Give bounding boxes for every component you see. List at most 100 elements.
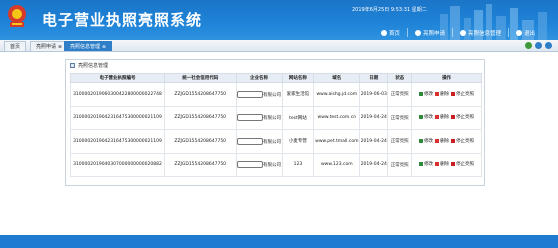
- cell-credit-code: ZZJGD1554208647750: [163, 82, 237, 107]
- app-header: 电子营业执照亮照系统 2019年6月25日 9:53:31 星期二 首页 亮照申…: [0, 0, 558, 40]
- nav-exit[interactable]: 退出: [508, 28, 542, 37]
- apply-icon: [415, 29, 422, 36]
- tab-tools: [525, 42, 552, 49]
- exit-icon: [516, 29, 523, 36]
- col-status: 状态: [387, 73, 413, 83]
- cell-license-no: 3100002019042316475300000021109: [70, 129, 165, 154]
- cell-actions: 修改 删除 停止亮照: [411, 152, 482, 177]
- cell-date: 2019-04-24: [359, 152, 389, 177]
- edit-icon: [419, 162, 424, 167]
- cell-status: 正常亮照: [387, 129, 413, 154]
- stop-display-button[interactable]: 停止亮照: [451, 138, 474, 144]
- edit-button[interactable]: 修改: [419, 161, 433, 167]
- cell-credit-code: ZZJGD1554208647750: [163, 129, 237, 154]
- edit-label: 修改: [424, 138, 434, 144]
- edit-button[interactable]: 修改: [419, 114, 433, 120]
- company-suffix: 有限公司: [263, 92, 282, 98]
- cell-date: 2019-06-03: [359, 82, 389, 107]
- cell-credit-code: ZZJGD1554208647750: [163, 105, 237, 130]
- forward-icon[interactable]: [545, 42, 552, 49]
- cell-domain: www.pet.tmall.com: [313, 129, 361, 154]
- delete-button[interactable]: 删除: [435, 91, 449, 97]
- nav-home[interactable]: 首页: [374, 28, 407, 37]
- nav-exit-label: 退出: [524, 30, 536, 37]
- tab-manage-label: 亮照信息管理: [70, 44, 101, 50]
- stop-label: 停止亮照: [456, 115, 475, 121]
- close-icon[interactable]: ⊗: [102, 45, 106, 50]
- tab-bar: 首页 亮照申请 ⊗ 亮照信息管理 ⊗: [0, 40, 558, 52]
- delete-icon: [435, 91, 440, 96]
- tab-apply-label: 亮照申请: [36, 44, 57, 50]
- company-suffix: 有限公司: [263, 163, 282, 169]
- stop-display-button[interactable]: 停止亮照: [451, 91, 474, 97]
- nav-apply-label: 亮照申请: [423, 30, 446, 37]
- stop-display-button[interactable]: 停止亮照: [451, 161, 474, 167]
- table-header-row: 电子营业执照编号 统一社会信用代码 企业名称 网站名称 域名 日期 状态 操作: [70, 73, 482, 83]
- edit-icon: [419, 138, 424, 143]
- col-site-name: 网站名称: [281, 73, 315, 83]
- home-icon: [381, 29, 387, 36]
- panel-title: 亮照信息管理: [78, 62, 109, 69]
- cell-company-name: 有限公司: [235, 82, 283, 107]
- cell-domain: www.aishg.jd.com: [313, 82, 361, 107]
- panel-header: 亮照信息管理: [66, 60, 484, 70]
- cell-company-name: 有限公司: [235, 105, 283, 130]
- refresh-icon[interactable]: [535, 42, 542, 49]
- edit-button[interactable]: 修改: [419, 138, 433, 144]
- back-icon[interactable]: [525, 42, 532, 49]
- delete-label: 删除: [440, 115, 450, 121]
- redacted-box: [237, 137, 264, 145]
- edit-label: 修改: [424, 162, 434, 168]
- tab-apply[interactable]: 亮照申请 ⊗: [30, 41, 68, 51]
- col-date: 日期: [359, 73, 389, 83]
- footer-bar: [0, 235, 558, 248]
- col-license-no: 电子营业执照编号: [70, 73, 165, 83]
- cell-company-name: 有限公司: [235, 152, 283, 177]
- table-row: 3100002019042316475300000021109 ZZJGD1554…: [70, 105, 482, 130]
- tab-home-label: 首页: [10, 44, 21, 50]
- nav-apply[interactable]: 亮照申请: [407, 28, 452, 37]
- cell-date: 2019-04-24: [359, 105, 389, 130]
- cell-domain: www.test.com.cn: [313, 105, 361, 130]
- tab-home[interactable]: 首页: [4, 41, 27, 51]
- table-row: 3100002019042316475300000021109 ZZJGD1554…: [70, 129, 482, 154]
- nav-manage-label: 亮照信息管理: [468, 30, 502, 37]
- stop-icon: [451, 91, 456, 96]
- cell-status: 正常亮照: [387, 105, 413, 130]
- cell-license-no: 3100002019060300422800000022748: [70, 82, 165, 107]
- cell-site-name: 爱家生活馆: [281, 82, 315, 107]
- cell-site-name: test网站: [281, 105, 315, 130]
- cell-license-no: 3100002019040307000000000020882: [70, 152, 165, 177]
- delete-button[interactable]: 删除: [435, 138, 449, 144]
- cell-company-name: 有限公司: [235, 129, 283, 154]
- company-suffix: 有限公司: [263, 139, 282, 145]
- tab-manage[interactable]: 亮照信息管理 ⊗: [64, 41, 112, 51]
- nav-home-label: 首页: [389, 30, 401, 37]
- cell-domain: www.123.com: [313, 152, 361, 177]
- edit-label: 修改: [424, 115, 434, 121]
- redacted-box: [237, 114, 264, 122]
- edit-icon: [419, 115, 424, 120]
- delete-label: 删除: [440, 162, 450, 168]
- stop-display-button[interactable]: 停止亮照: [451, 114, 474, 120]
- cell-actions: 修改 删除 停止亮照: [411, 129, 482, 154]
- license-management-panel: 亮照信息管理 电子营业执照编号 统一社会信用代码 企业名称 网站名称 域名 日期…: [65, 59, 485, 186]
- col-credit-code: 统一社会信用代码: [163, 73, 237, 83]
- close-icon[interactable]: ⊗: [58, 45, 62, 50]
- stop-label: 停止亮照: [456, 91, 475, 97]
- cell-license-no: 3100002019042316475300000021109: [70, 105, 165, 130]
- delete-button[interactable]: 删除: [435, 114, 449, 120]
- delete-button[interactable]: 删除: [435, 161, 449, 167]
- nav-manage[interactable]: 亮照信息管理: [452, 28, 508, 37]
- manage-icon: [460, 29, 467, 36]
- cell-status: 正常亮照: [387, 82, 413, 107]
- stop-label: 停止亮照: [456, 138, 475, 144]
- company-suffix: 有限公司: [263, 116, 282, 122]
- edit-button[interactable]: 修改: [419, 91, 433, 97]
- table-row: 3100002019060300422800000022748 ZZJGD1554…: [70, 82, 482, 107]
- cell-status: 正常亮照: [387, 152, 413, 177]
- delete-label: 删除: [440, 91, 450, 97]
- redacted-box: [237, 161, 264, 169]
- edit-label: 修改: [424, 91, 434, 97]
- cell-actions: 修改 删除 停止亮照: [411, 82, 482, 107]
